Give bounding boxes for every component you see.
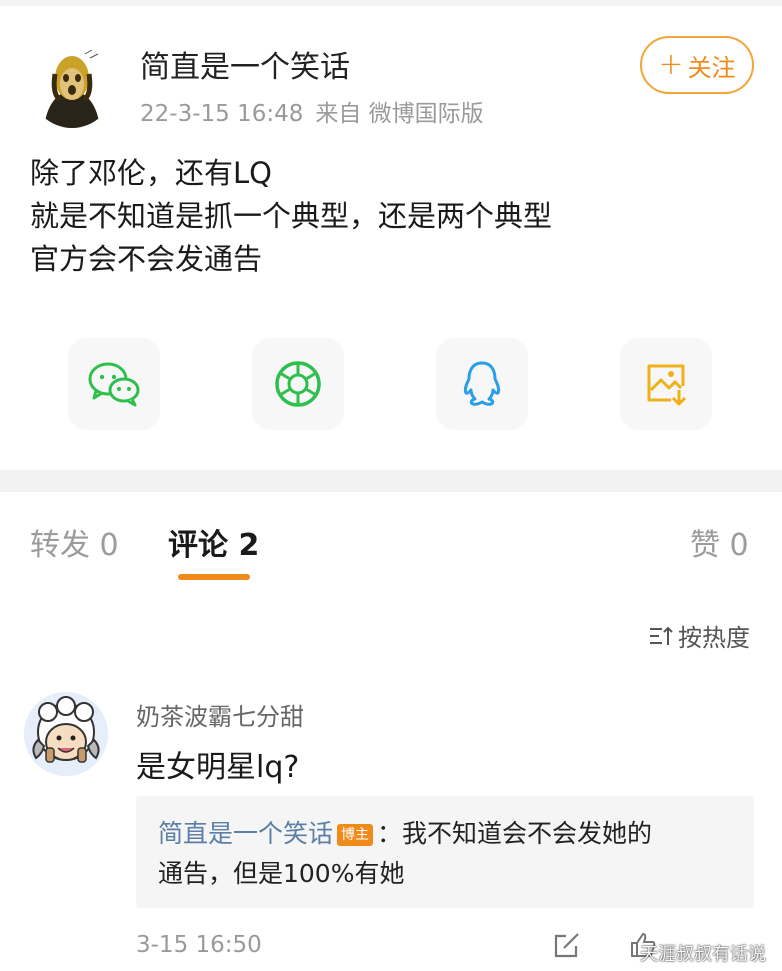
sort-label: 按热度 bbox=[678, 624, 750, 652]
reply-box[interactable]: 简直是一个笑话 博主 ：我不知道会不会发她的 通告，但是100%有她 bbox=[136, 796, 754, 908]
share-qq-button[interactable] bbox=[436, 338, 528, 430]
save-image-button[interactable] bbox=[620, 338, 712, 430]
share-moments-button[interactable] bbox=[252, 338, 344, 430]
post-date: 22-3-15 16:48 bbox=[140, 101, 304, 127]
reply-line: 通告，但是100%有她 bbox=[158, 859, 405, 888]
sort-button[interactable]: 按热度 bbox=[648, 618, 750, 653]
author-avatar[interactable] bbox=[30, 44, 114, 128]
comment-time: 3-15 16:50 bbox=[136, 932, 262, 958]
post-author-name[interactable]: 简直是一个笑话 bbox=[140, 42, 350, 86]
sort-icon bbox=[650, 626, 673, 645]
post-body: 除了邓伦，还有LQ 就是不知道是抓一个典型，还是两个典型 官方会不会发通告 bbox=[30, 152, 552, 281]
post-source: 来自 微博国际版 bbox=[315, 101, 484, 127]
follow-label: 关注 bbox=[687, 53, 736, 82]
tab-likes[interactable]: 赞 0 bbox=[690, 520, 749, 564]
post-meta: 22-3-15 16:48 来自 微博国际版 bbox=[140, 94, 496, 128]
author-badge: 博主 bbox=[337, 824, 374, 846]
post-body-line: 就是不知道是抓一个典型，还是两个典型 bbox=[30, 199, 553, 233]
commenter-avatar[interactable] bbox=[24, 692, 108, 776]
edit-icon bbox=[554, 933, 579, 958]
reply-comment-button[interactable] bbox=[552, 930, 582, 964]
moments-icon bbox=[275, 361, 321, 407]
active-tab-indicator bbox=[178, 574, 250, 580]
wechat-icon bbox=[88, 362, 140, 407]
tab-repost[interactable]: 转发 0 bbox=[30, 520, 119, 564]
reply-author[interactable]: 简直是一个笑话 bbox=[158, 819, 333, 848]
reply-text: ：我不知道会不会发她的 bbox=[377, 819, 653, 848]
tab-comments[interactable]: 评论 2 bbox=[168, 520, 259, 564]
top-divider bbox=[0, 0, 782, 6]
follow-button[interactable]: + 关注 bbox=[640, 36, 754, 94]
watermark: 天涯叔叔有话说 bbox=[640, 944, 766, 965]
commenter-name[interactable]: 奶茶波霸七分甜 bbox=[136, 697, 304, 732]
qq-icon bbox=[463, 361, 501, 406]
save-image-icon bbox=[647, 364, 687, 406]
comment-text: 是女明星lq? bbox=[136, 750, 300, 785]
post-body-line: 除了邓伦，还有LQ bbox=[30, 156, 272, 190]
post-body-line: 官方会不会发通告 bbox=[30, 242, 263, 276]
reply-line: 简直是一个笑话 博主 ：我不知道会不会发她的 bbox=[158, 814, 732, 854]
share-wechat-button[interactable] bbox=[68, 338, 160, 430]
section-divider bbox=[0, 470, 782, 492]
plus-icon: + bbox=[658, 47, 684, 82]
